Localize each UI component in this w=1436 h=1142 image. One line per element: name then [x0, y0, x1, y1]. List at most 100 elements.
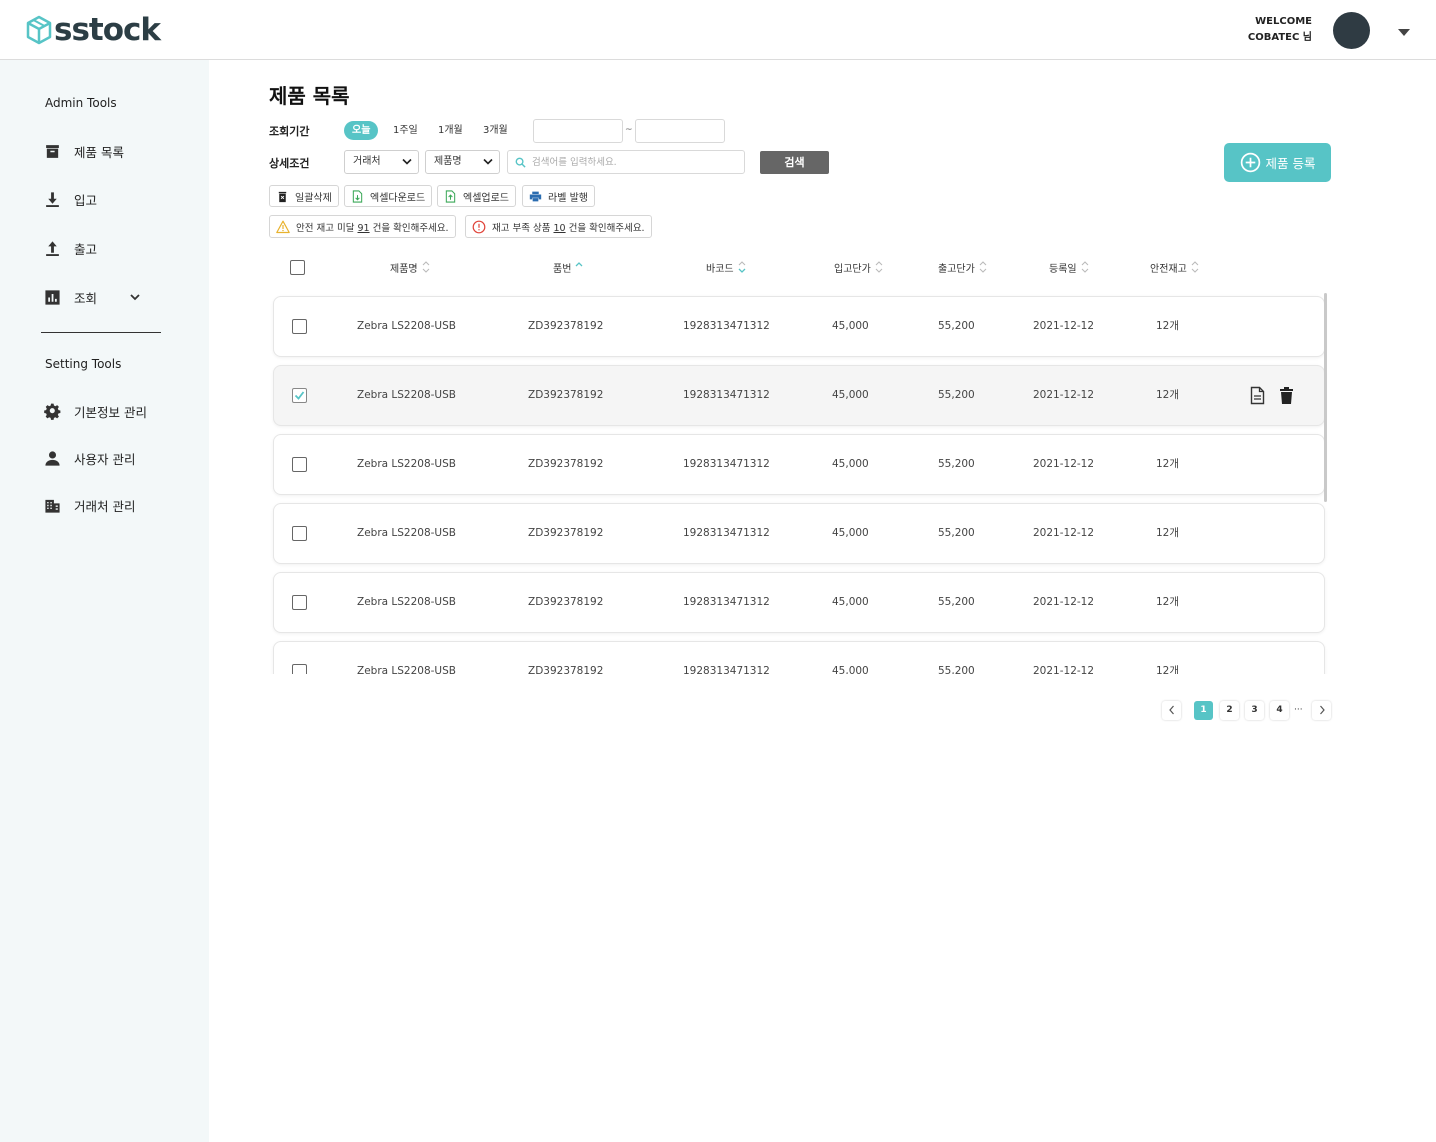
period-3month[interactable]: 3개월 [475, 121, 516, 140]
sidebar-item-inquiry[interactable]: 조회 [44, 287, 154, 307]
column-label: 바코드 [706, 263, 734, 275]
select-all-checkbox[interactable] [290, 260, 305, 275]
period-label: 조회기간 [269, 125, 310, 138]
cell-part: ZD392378192 [528, 458, 604, 470]
cell-name: Zebra LS2208-USB [357, 389, 456, 401]
sort-icon[interactable] [421, 260, 431, 274]
trash-icon [278, 191, 287, 202]
chevron-down-icon[interactable] [129, 291, 141, 303]
column-label: 품번 [553, 263, 572, 275]
column-header-in-price[interactable]: 입고단가 [834, 254, 884, 280]
product-select[interactable]: 제품명 [425, 150, 500, 174]
table-row[interactable]: Zebra LS2208-USB ZD392378192 19283134713… [273, 503, 1325, 564]
search-box[interactable] [507, 150, 745, 174]
table-scrollbar[interactable] [1324, 293, 1327, 502]
sort-up-icon[interactable] [574, 260, 584, 274]
row-checkbox[interactable] [292, 595, 307, 610]
next-page-button[interactable] [1312, 701, 1331, 720]
logo[interactable]: sstock [26, 12, 161, 48]
sort-icon[interactable] [978, 260, 988, 274]
column-header-barcode[interactable]: 바코드 [706, 254, 747, 280]
sort-down-icon[interactable] [737, 260, 747, 274]
sidebar-item-user-management[interactable]: 사용자 관리 [44, 448, 135, 468]
cell-name: Zebra LS2208-USB [357, 320, 456, 332]
cell-barcode: 1928313471312 [683, 458, 770, 470]
end-date-input[interactable] [635, 119, 725, 143]
gear-icon [44, 403, 61, 420]
table-row[interactable]: Zebra LS2208-USB ZD392378192 19283134713… [273, 572, 1325, 633]
sort-icon[interactable] [1190, 260, 1200, 274]
excel-download-button[interactable]: 엑셀다운로드 [344, 185, 433, 207]
row-checkbox[interactable] [292, 319, 307, 334]
period-today[interactable]: 오늘 [344, 121, 379, 140]
sidebar-item-vendor-management[interactable]: 거래처 관리 [44, 495, 135, 515]
register-product-button[interactable]: 제품 등록 [1224, 143, 1331, 182]
label-print-button[interactable]: 라벨 발행 [522, 185, 595, 207]
person-icon [45, 450, 60, 466]
cell-barcode: 1928313471312 [683, 389, 770, 401]
row-checkbox[interactable] [292, 526, 307, 541]
shortage-alert[interactable]: 재고 부족 상품 10 건을 확인해주세요. [465, 215, 652, 238]
avatar[interactable] [1333, 12, 1370, 49]
sidebar-item-product-list[interactable]: 제품 목록 [44, 141, 124, 161]
bulk-delete-label: 일괄삭제 [295, 192, 332, 204]
user-menu-caret-icon[interactable] [1398, 29, 1410, 36]
sidebar-item-inbound[interactable]: 입고 [44, 189, 97, 209]
safety-alert-count[interactable]: 91 [358, 223, 370, 234]
excel-upload-button[interactable]: 엑셀업로드 [437, 185, 516, 207]
top-header: sstock WELCOME COBATEC 님 [0, 0, 1436, 60]
plus-circle-icon [1240, 152, 1260, 173]
sort-icon[interactable] [874, 260, 884, 274]
row-checkbox[interactable] [292, 457, 307, 472]
search-icon [515, 157, 526, 168]
bar-chart-icon [45, 289, 60, 305]
column-header-name[interactable]: 제품명 [390, 254, 431, 280]
cell-safety: 12개 [1156, 389, 1180, 401]
sidebar-item-label: 사용자 관리 [74, 451, 136, 467]
sort-icon[interactable] [1080, 260, 1090, 274]
table-body[interactable]: Zebra LS2208-USB ZD392378192 19283134713… [269, 290, 1330, 674]
start-date-input[interactable] [533, 119, 623, 143]
table-row[interactable]: Zebra LS2208-USB ZD392378192 19283134713… [273, 296, 1325, 357]
excel-download-icon [352, 189, 363, 203]
cell-part: ZD392378192 [528, 320, 604, 332]
row-checkbox[interactable] [292, 388, 307, 403]
sidebar-item-outbound[interactable]: 출고 [44, 238, 97, 258]
cell-date: 2021-12-12 [1033, 596, 1095, 608]
cell-name: Zebra LS2208-USB [357, 596, 456, 608]
search-input[interactable] [532, 154, 737, 170]
cell-safety: 12개 [1156, 527, 1180, 539]
row-checkbox[interactable] [292, 664, 307, 674]
page-3[interactable]: 3 [1245, 701, 1264, 720]
vendor-select[interactable]: 거래처 [344, 150, 419, 174]
page-4[interactable]: 4 [1270, 701, 1289, 720]
table-row[interactable]: Zebra LS2208-USB ZD392378192 19283134713… [273, 434, 1325, 495]
table-header: 제품명 품번 바코드 입고단가 출고단가 등록일 안전재고 [274, 254, 1324, 280]
page-2[interactable]: 2 [1220, 701, 1239, 720]
cell-in-price: 45,000 [832, 596, 869, 608]
document-icon[interactable] [1249, 386, 1266, 405]
column-header-date[interactable]: 등록일 [1049, 254, 1090, 280]
period-1month[interactable]: 1개월 [430, 121, 471, 140]
column-header-safety[interactable]: 안전재고 [1150, 254, 1200, 280]
shortage-alert-text: 재고 부족 상품 10 건을 확인해주세요. [492, 220, 645, 234]
table-row[interactable]: Zebra LS2208-USB ZD392378192 19283134713… [273, 365, 1325, 426]
search-button[interactable]: 검색 [760, 151, 829, 174]
sidebar-item-label: 입고 [74, 192, 98, 208]
page-1[interactable]: 1 [1194, 701, 1213, 720]
column-header-part[interactable]: 품번 [553, 254, 584, 280]
trash-icon[interactable] [1278, 386, 1295, 405]
page-title: 제품 목록 [269, 84, 350, 108]
period-1week[interactable]: 1주일 [385, 121, 426, 140]
column-header-out-price[interactable]: 출고단가 [938, 254, 988, 280]
sidebar-item-basic-info[interactable]: 기본정보 관리 [44, 401, 147, 421]
prev-page-button[interactable] [1162, 701, 1181, 720]
safety-stock-alert[interactable]: 안전 재고 미달 91 건을 확인해주세요. [269, 215, 456, 238]
cell-out-price: 55,200 [938, 665, 975, 674]
bulk-delete-button[interactable]: 일괄삭제 [269, 185, 339, 207]
table-row[interactable]: Zebra LS2208-USB ZD392378192 19283134713… [273, 641, 1325, 674]
shortage-alert-count[interactable]: 10 [554, 223, 566, 234]
chevron-down-icon [402, 158, 412, 165]
cell-part: ZD392378192 [528, 596, 604, 608]
safety-alert-text: 안전 재고 미달 91 건을 확인해주세요. [296, 220, 449, 234]
